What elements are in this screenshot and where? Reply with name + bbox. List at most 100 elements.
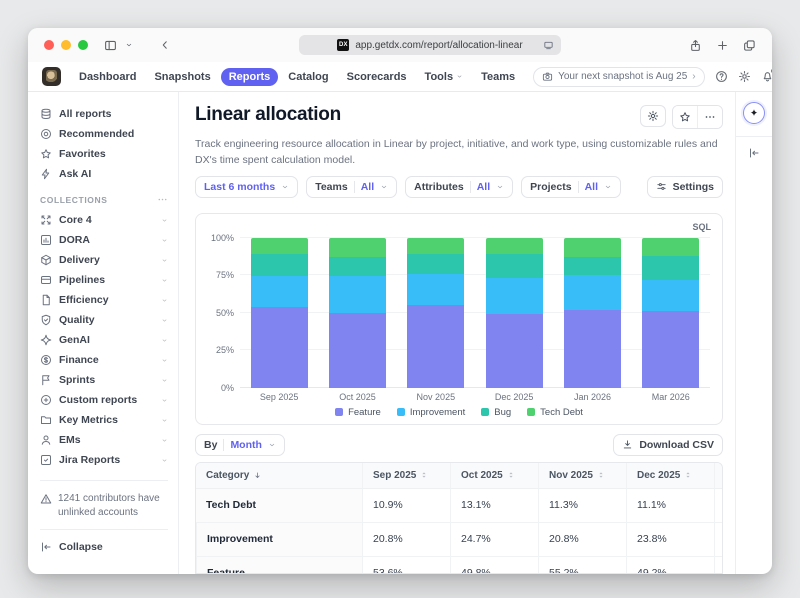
sidebar-item-ems[interactable]: EMs [40,430,168,450]
collections-menu-icon[interactable] [157,194,168,205]
filter-label: Projects [530,181,571,193]
filter-last-6-months[interactable]: Last 6 months [195,176,298,198]
filter-projects[interactable]: ProjectsAll [521,176,621,198]
address-bar[interactable]: DX app.getdx.com/report/allocation-linea… [299,35,561,55]
sidebar-item-sprints[interactable]: Sprints [40,370,168,390]
sidebar-item-quality[interactable]: Quality [40,310,168,330]
stacked-bar-chart[interactable]: 0%25%50%75%100% [240,238,710,388]
sidebar-item-core-4[interactable]: Core 4 [40,210,168,230]
column-header-category[interactable]: Category [196,463,362,489]
legend-item-improvement[interactable]: Improvement [397,407,465,418]
chevron-down-icon [161,257,168,264]
rail-collapse-icon[interactable] [748,147,760,159]
more-actions-button[interactable] [697,106,722,128]
nav-item-catalog[interactable]: Catalog [280,68,336,86]
download-csv-button[interactable]: Download CSV [613,434,723,456]
unlinked-accounts-warning[interactable]: 1241 contributors have unlinked accounts [40,480,168,529]
stacked-bar-dec-2025[interactable] [486,238,543,388]
nav-item-scorecards[interactable]: Scorecards [339,68,415,86]
report-settings-button[interactable] [640,105,666,127]
sidebar-item-recommended[interactable]: Recommended [40,124,168,144]
column-header-nov-2025[interactable]: Nov 2025 [538,463,626,489]
sidebar-item-all-reports[interactable]: All reports [40,104,168,124]
column-header-label: Sep 2025 [373,470,416,481]
sidebar-item-dora[interactable]: DORA [40,230,168,250]
filter-attributes[interactable]: AttributesAll [405,176,513,198]
cell-value: 11.1% [637,499,666,511]
nav-item-reports[interactable]: Reports [221,68,279,86]
nav-item-snapshots[interactable]: Snapshots [146,68,218,86]
recommended-icon [40,128,52,140]
x-axis-label: Mar 2026 [632,392,710,402]
stacked-bar-oct-2025[interactable] [329,238,386,388]
minimize-window-button[interactable] [61,40,71,50]
favorite-report-button[interactable] [673,106,697,128]
sidebar-toggle-icon[interactable] [104,39,117,52]
x-axis-label: Sep 2025 [240,392,318,402]
sidebar-item-label: Sprints [59,374,95,386]
bar-segment-bug [407,254,464,273]
legend-swatch [527,408,535,416]
gear-icon[interactable] [738,70,751,83]
nav-item-label: Dashboard [79,71,136,83]
nav-item-dashboard[interactable]: Dashboard [71,68,144,86]
legend-swatch [397,408,405,416]
sidebar-item-label: DORA [59,234,90,246]
sidebar-item-key-metrics[interactable]: Key Metrics [40,410,168,430]
stacked-bar-nov-2025[interactable] [407,238,464,388]
nav-item-tools[interactable]: Tools [417,68,472,86]
stacked-bar-sep-2025[interactable] [251,238,308,388]
sidebar-item-ask-ai[interactable]: Ask AI [40,164,168,184]
nav-item-label: Tools [425,71,454,83]
filter-teams[interactable]: TeamsAll [306,176,397,198]
sidebar-item-genai[interactable]: GenAI [40,330,168,350]
close-window-button[interactable] [44,40,54,50]
tab-overview-icon[interactable] [743,39,756,52]
bar-segment-feature [486,314,543,388]
sidebar-item-efficiency[interactable]: Efficiency [40,290,168,310]
jira-reports-icon [40,454,52,466]
sidebar-item-label: EMs [59,434,81,446]
sidebar-item-label: Recommended [59,128,134,140]
legend-item-bug[interactable]: Bug [481,407,511,418]
sidebar-item-favorites[interactable]: Favorites [40,144,168,164]
stacked-bar-mar-2026[interactable] [642,238,699,388]
nav-item-label: Snapshots [154,71,210,83]
browser-titlebar: DX app.getdx.com/report/allocation-linea… [28,28,772,62]
bar-segment-improvement [642,280,699,312]
cell-value: 49.8% [461,567,491,574]
group-by-select[interactable]: By Month [195,434,285,456]
column-header-label: Oct 2025 [461,470,503,481]
column-header-dec-2025[interactable]: Dec 2025 [626,463,714,489]
snapshot-notice[interactable]: Your next snapshot is Aug 25 › [533,67,705,87]
sidebar-item-finance[interactable]: Finance [40,350,168,370]
legend-item-feature[interactable]: Feature [335,407,381,418]
ai-assistant-button[interactable] [743,102,765,124]
report-description: Track engineering resource allocation in… [195,137,723,169]
sidebar-collapse-button[interactable]: Collapse [40,529,168,553]
nav-item-teams[interactable]: Teams [473,68,523,86]
sidebar-item-delivery[interactable]: Delivery [40,250,168,270]
bell-icon[interactable] [761,70,772,83]
zoom-window-button[interactable] [78,40,88,50]
sidebar-item-custom-reports[interactable]: Custom reports [40,390,168,410]
chevron-down-icon [604,183,612,191]
page-title: Linear allocation [195,105,341,125]
reports-sidebar: All reportsRecommendedFavoritesAsk AI CO… [28,92,179,574]
sidebar-item-jira-reports[interactable]: Jira Reports [40,450,168,470]
column-header-oct-2025[interactable]: Oct 2025 [450,463,538,489]
sidebar-item-pipelines[interactable]: Pipelines [40,270,168,290]
reader-mode-icon[interactable] [543,40,554,51]
legend-item-tech-debt[interactable]: Tech Debt [527,407,583,418]
share-icon[interactable] [689,39,702,52]
new-tab-icon[interactable] [716,39,729,52]
help-icon[interactable] [715,70,728,83]
pipelines-icon [40,274,52,286]
dx-logo[interactable] [42,67,61,86]
sql-badge[interactable]: SQL [692,222,711,232]
column-header-sep-2025[interactable]: Sep 2025 [362,463,450,489]
back-button[interactable] [159,39,171,51]
stacked-bar-jan-2026[interactable] [564,238,621,388]
titlebar-chevron-down-icon[interactable] [125,41,133,49]
chart-settings-button[interactable]: Settings [647,176,723,198]
